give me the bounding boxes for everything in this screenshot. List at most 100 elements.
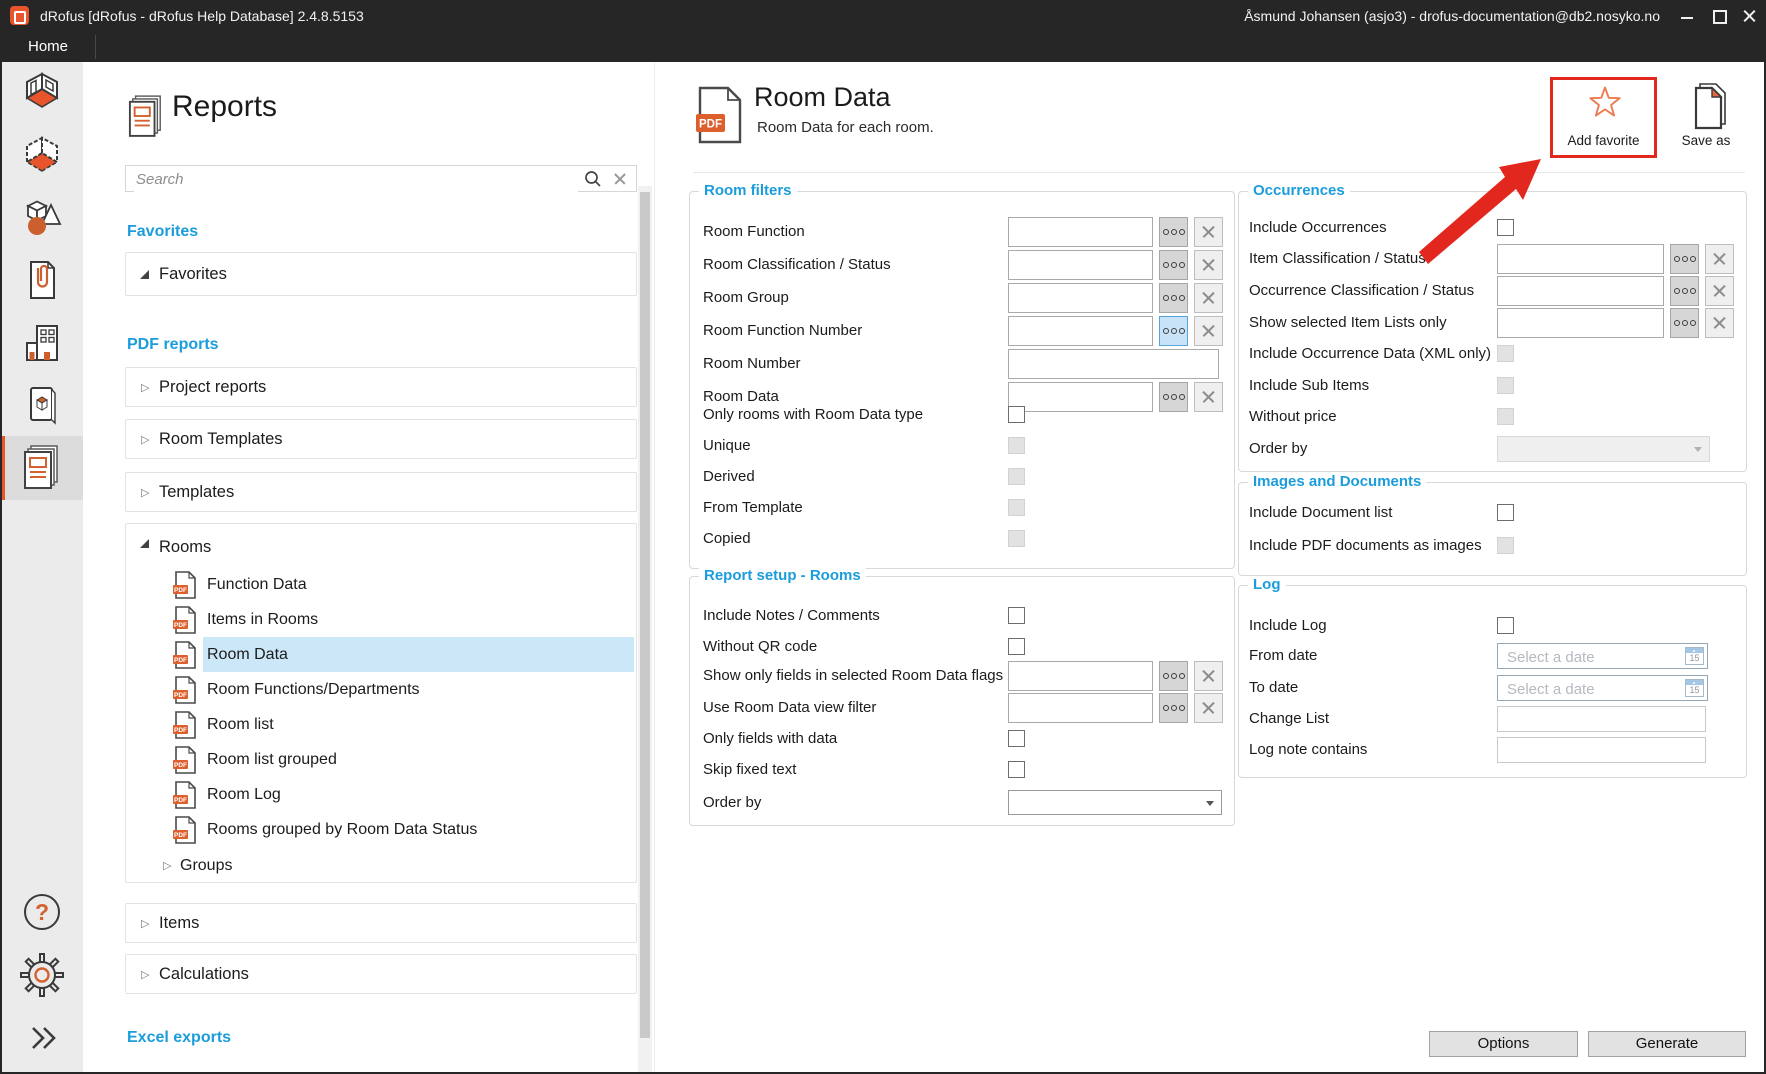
to-date-picker[interactable]: 15 bbox=[1497, 675, 1708, 701]
clear-button[interactable] bbox=[1194, 283, 1223, 313]
clear-button[interactable] bbox=[1705, 276, 1734, 306]
close-icon[interactable] bbox=[1736, 0, 1762, 32]
expander-collapsed-icon[interactable]: ▷ bbox=[141, 433, 149, 446]
group-favorites[interactable]: Favorites bbox=[125, 252, 637, 296]
report-item-function-data[interactable]: PDF Function Data bbox=[128, 567, 634, 602]
group-calculations[interactable]: ▷ Calculations bbox=[125, 954, 637, 994]
to-date-input[interactable] bbox=[1505, 678, 1669, 700]
lookup-button[interactable] bbox=[1159, 693, 1188, 723]
sidebar-item-items[interactable] bbox=[0, 193, 83, 241]
search-icon[interactable] bbox=[584, 170, 602, 193]
lookup-button[interactable] bbox=[1159, 250, 1188, 280]
lookup-button[interactable] bbox=[1670, 276, 1699, 306]
calendar-icon[interactable]: 15 bbox=[1685, 647, 1704, 665]
report-item-room-list[interactable]: PDF Room list bbox=[128, 707, 634, 742]
expander-expanded-icon[interactable] bbox=[140, 539, 149, 548]
clear-button[interactable] bbox=[1705, 308, 1734, 338]
from-date-picker[interactable]: 15 bbox=[1497, 643, 1708, 669]
search-input[interactable] bbox=[134, 167, 578, 192]
save-as-icon bbox=[1689, 82, 1727, 130]
clear-button[interactable] bbox=[1194, 250, 1223, 280]
reports-panel-icon bbox=[128, 93, 164, 144]
sidebar-item-reports[interactable] bbox=[0, 443, 83, 491]
room-group-input[interactable] bbox=[1008, 283, 1153, 313]
only-rooms-with-room-data-type-checkbox[interactable] bbox=[1008, 406, 1025, 423]
room-data-view-filter-input[interactable] bbox=[1008, 693, 1153, 723]
calendar-icon[interactable]: 15 bbox=[1685, 679, 1704, 697]
expander-collapsed-icon[interactable]: ▷ bbox=[141, 381, 149, 394]
maximize-icon[interactable] bbox=[1706, 0, 1732, 32]
minimize-icon[interactable] bbox=[1674, 0, 1700, 32]
room-function-number-input[interactable] bbox=[1008, 316, 1153, 346]
report-item-room-list-grouped[interactable]: PDF Room list grouped bbox=[128, 742, 634, 777]
group-items[interactable]: ▷ Items bbox=[125, 903, 637, 943]
scrollbar-thumb[interactable] bbox=[640, 192, 650, 1038]
reports-panel: Reports Favorites Favorites PDF reports … bbox=[83, 62, 653, 1074]
only-fields-with-data-checkbox[interactable] bbox=[1008, 730, 1025, 747]
order-by-dropdown[interactable] bbox=[1008, 790, 1222, 815]
from-date-input[interactable] bbox=[1505, 646, 1669, 668]
clear-button[interactable] bbox=[1194, 217, 1223, 247]
occurrence-classification-input[interactable] bbox=[1497, 276, 1664, 306]
log-note-contains-input[interactable] bbox=[1497, 737, 1706, 763]
expander-collapsed-icon[interactable]: ▷ bbox=[163, 859, 171, 872]
options-button[interactable]: Options bbox=[1429, 1031, 1578, 1057]
room-classification-input[interactable] bbox=[1008, 250, 1153, 280]
room-function-input[interactable] bbox=[1008, 217, 1153, 247]
sidebar-item-help[interactable]: ? bbox=[0, 888, 83, 936]
lookup-button[interactable] bbox=[1670, 308, 1699, 338]
clear-button[interactable] bbox=[1194, 661, 1223, 691]
lookup-button[interactable] bbox=[1159, 283, 1188, 313]
skip-fixed-text-checkbox[interactable] bbox=[1008, 761, 1025, 778]
expander-collapsed-icon[interactable]: ▷ bbox=[141, 917, 149, 930]
report-item-room-functions[interactable]: PDF Room Functions/Departments bbox=[128, 672, 634, 707]
add-favorite-button[interactable]: Add favorite bbox=[1550, 77, 1657, 158]
room-number-input[interactable] bbox=[1008, 349, 1219, 379]
without-qr-code-checkbox[interactable] bbox=[1008, 638, 1025, 655]
occurrence-row: Include Sub Items bbox=[1239, 377, 1746, 395]
setup-row: Include Notes / Comments bbox=[690, 607, 1234, 625]
room-data-flags-input[interactable] bbox=[1008, 661, 1153, 691]
sidebar-item-rooms[interactable] bbox=[0, 67, 83, 115]
expander-collapsed-icon[interactable]: ▷ bbox=[141, 486, 149, 499]
lookup-button-highlighted[interactable] bbox=[1159, 316, 1188, 346]
sidebar-item-documents[interactable] bbox=[0, 256, 83, 304]
log-row: Change List bbox=[1239, 706, 1746, 732]
report-item-items-in-rooms[interactable]: PDF Items in Rooms bbox=[128, 602, 634, 637]
generate-button[interactable]: Generate bbox=[1588, 1031, 1746, 1057]
change-list-input[interactable] bbox=[1497, 706, 1706, 732]
report-item-room-data-selected[interactable]: PDF Room Data bbox=[128, 637, 634, 672]
expander-collapsed-icon[interactable]: ▷ bbox=[141, 968, 149, 981]
sidebar-item-buildings[interactable] bbox=[0, 318, 83, 366]
group-groups[interactable]: ▷ Groups bbox=[128, 852, 634, 887]
sidebar-item-settings[interactable] bbox=[0, 951, 83, 999]
clear-button[interactable] bbox=[1705, 244, 1734, 274]
search-clear-icon[interactable] bbox=[612, 171, 628, 187]
group-room-templates[interactable]: ▷ Room Templates bbox=[125, 419, 637, 459]
group-templates[interactable]: ▷ Templates bbox=[125, 472, 637, 512]
report-item-room-log[interactable]: PDF Room Log bbox=[128, 777, 634, 812]
tab-home[interactable]: Home bbox=[12, 32, 84, 62]
sidebar-item-item-catalog[interactable] bbox=[0, 380, 83, 428]
include-log-checkbox[interactable] bbox=[1497, 617, 1514, 634]
reports-panel-title: Reports bbox=[172, 90, 277, 124]
group-label: Calculations bbox=[159, 955, 249, 993]
lookup-button[interactable] bbox=[1159, 661, 1188, 691]
reports-scrollbar[interactable] bbox=[638, 186, 652, 1074]
lookup-button[interactable] bbox=[1159, 217, 1188, 247]
expander-expanded-icon[interactable] bbox=[140, 270, 149, 279]
lookup-button[interactable] bbox=[1670, 244, 1699, 274]
sidebar-item-expand[interactable] bbox=[0, 1014, 83, 1062]
include-document-list-checkbox[interactable] bbox=[1497, 504, 1514, 521]
star-icon bbox=[1585, 84, 1625, 122]
report-item-rooms-grouped-by-status[interactable]: PDF Rooms grouped by Room Data Status bbox=[128, 812, 634, 847]
pdf-file-icon: PDF bbox=[173, 816, 196, 849]
sidebar-item-room-templates[interactable] bbox=[0, 131, 83, 179]
group-label: Room Templates bbox=[159, 420, 283, 458]
clear-button[interactable] bbox=[1194, 316, 1223, 346]
save-as-button[interactable]: Save as bbox=[1664, 80, 1748, 152]
item-lists-input[interactable] bbox=[1497, 308, 1664, 338]
include-notes-checkbox[interactable] bbox=[1008, 607, 1025, 624]
group-project-reports[interactable]: ▷ Project reports bbox=[125, 367, 637, 407]
clear-button[interactable] bbox=[1194, 693, 1223, 723]
